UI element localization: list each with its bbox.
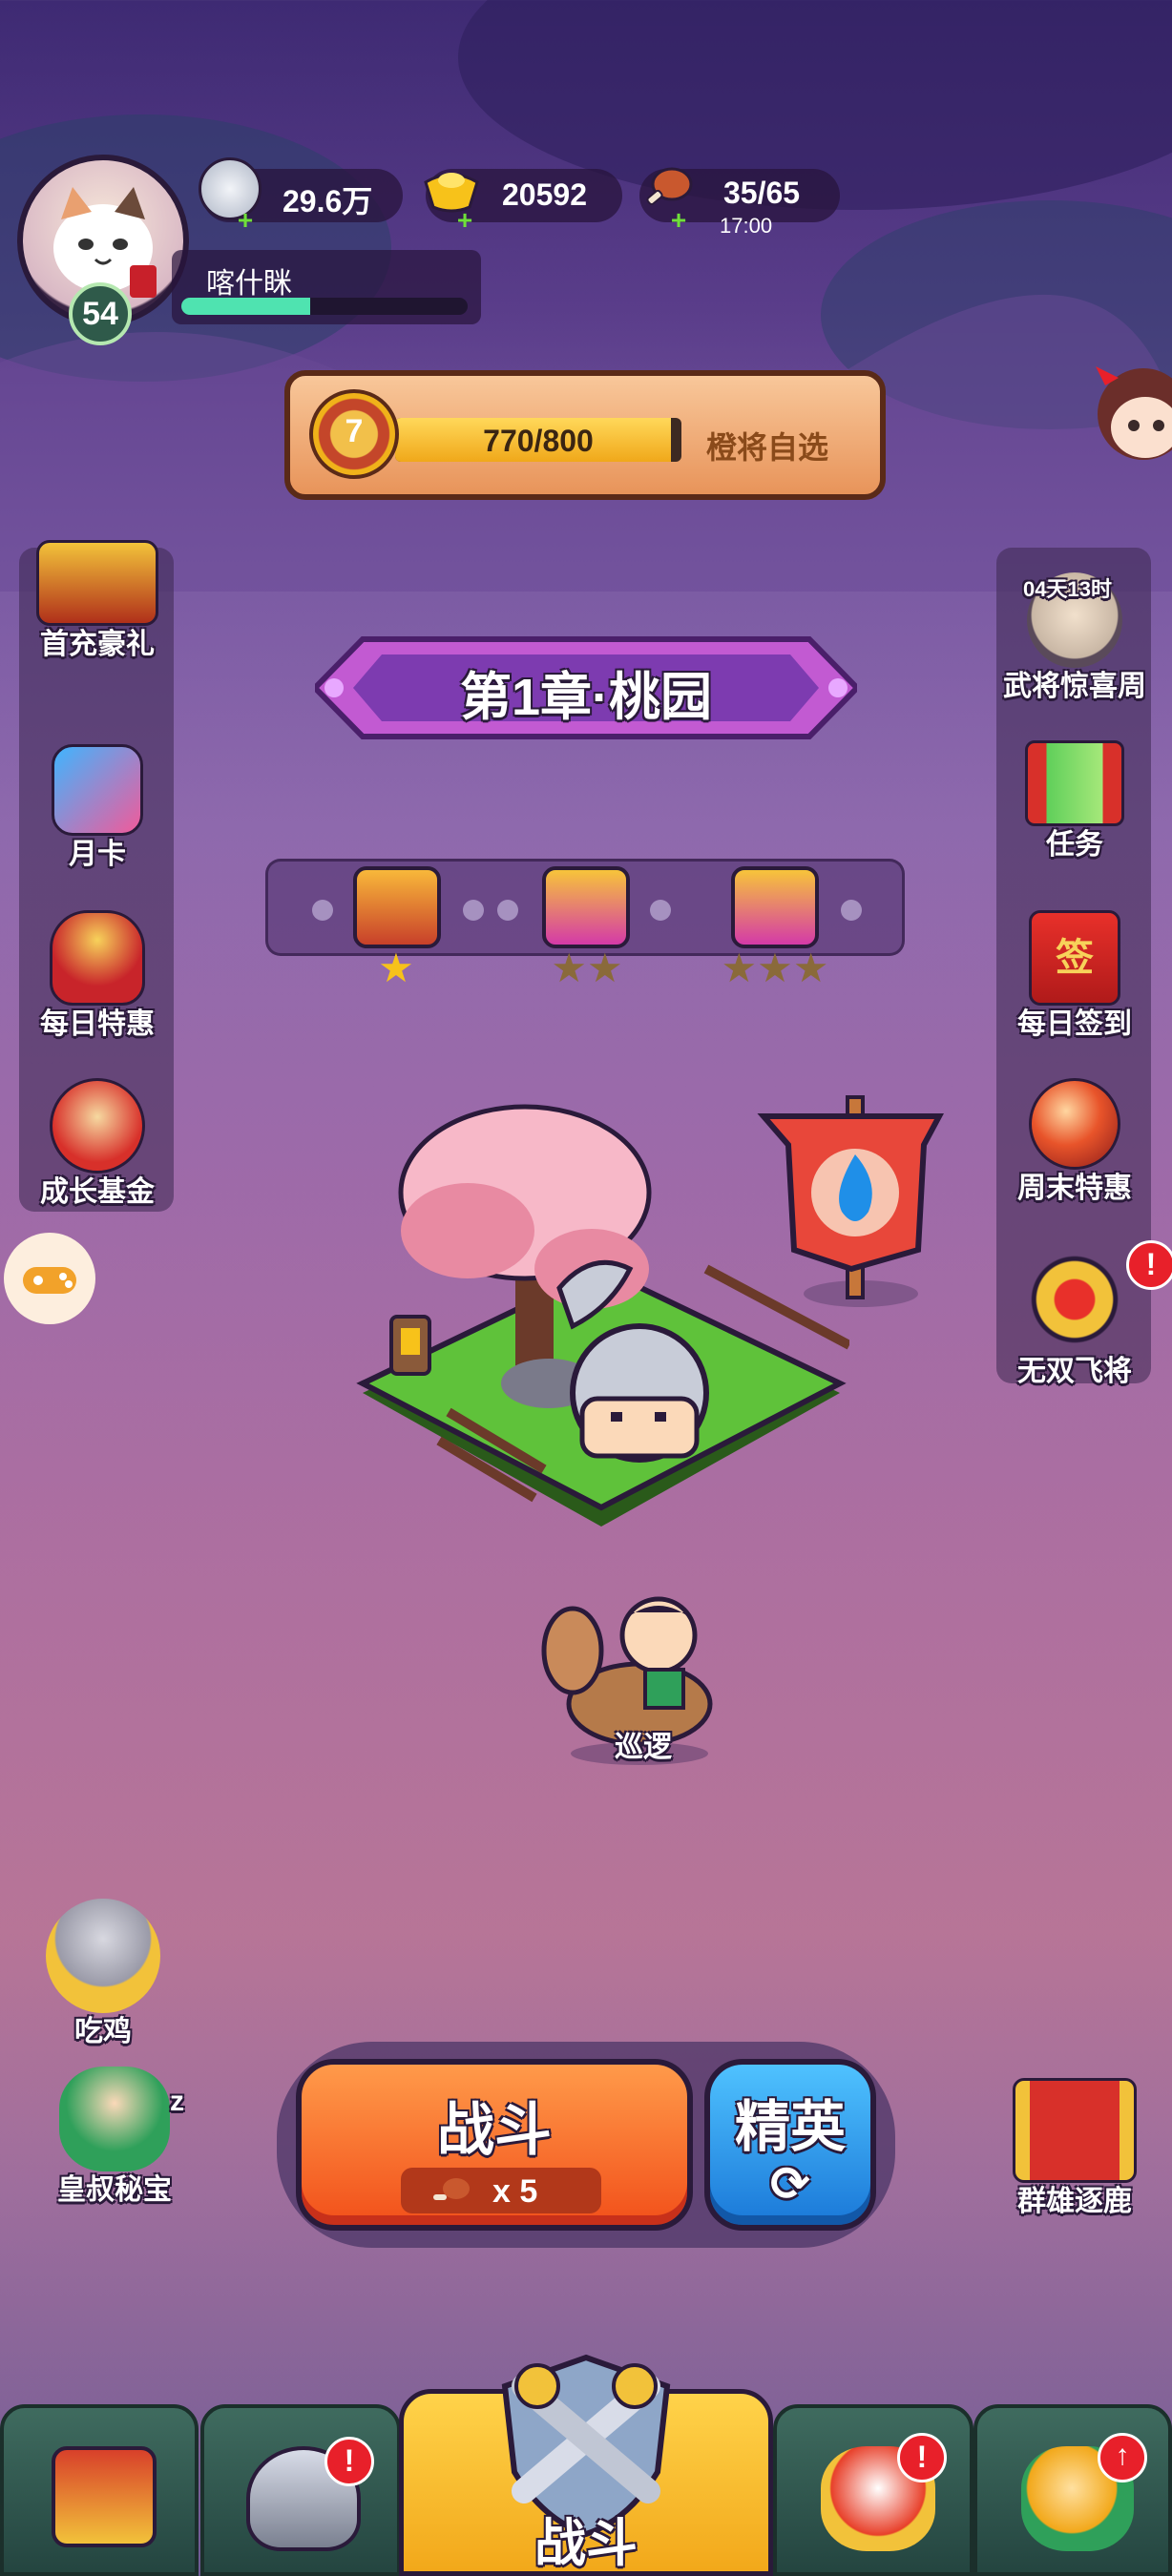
hero-select-label[interactable]: 橙将自选 xyxy=(706,424,828,467)
level-badge: 54 xyxy=(69,282,132,345)
xp-bar-fill xyxy=(181,298,310,315)
patrol-hero[interactable]: 巡逻 xyxy=(534,1593,735,1765)
battle-label: 战斗 xyxy=(437,2098,552,2162)
stage-stars-1: ★ xyxy=(378,945,414,990)
add-gold-icon[interactable]: + xyxy=(454,207,475,234)
scroll-task-icon xyxy=(1025,740,1124,826)
right-bottom-item[interactable]: 群雄逐鹿 xyxy=(989,2078,1161,2219)
left-menu-item-0[interactable]: 首充豪礼 xyxy=(11,540,183,662)
left-bottom-label: 吃鸡 xyxy=(74,2016,132,2047)
left-bottom-label: 皇叔秘宝 xyxy=(57,2174,172,2206)
side-character-avatar[interactable] xyxy=(1077,347,1172,490)
left-menu-item-3[interactable]: 成长基金 xyxy=(11,1078,183,1210)
stage-chest-3[interactable] xyxy=(731,866,819,948)
left-menu-label: 每日特惠 xyxy=(40,1008,155,1040)
palace-gate-icon xyxy=(52,2446,157,2547)
right-bottom-label: 群雄逐鹿 xyxy=(1017,2186,1132,2217)
elite-button[interactable]: 精英 ⟳ xyxy=(704,2059,876,2231)
nav-tab-upgrade[interactable]: ↑ xyxy=(973,2404,1172,2576)
track-dot xyxy=(312,900,333,921)
sunglasses-hero-icon xyxy=(46,1899,160,2013)
event-timer: 04天13时 xyxy=(1023,577,1112,601)
track-dot xyxy=(841,900,862,921)
right-menu-item-3[interactable]: 周末特惠 xyxy=(989,1078,1161,1206)
nav-tab-battle[interactable]: 战斗 xyxy=(399,2354,773,2576)
monthly-card-icon xyxy=(52,744,143,836)
right-menu-label: 无双飞将 xyxy=(1017,1356,1132,1387)
sleep-z-icon: z xyxy=(170,2086,184,2117)
track-dot xyxy=(463,900,484,921)
left-bottom-item-0[interactable]: 吃鸡 xyxy=(17,1899,189,2049)
meat-drumstick-icon xyxy=(433,2178,470,2200)
add-silver-icon[interactable]: + xyxy=(235,207,256,234)
player-name-plate[interactable]: 喀什眯 xyxy=(172,250,481,324)
rank-medal-icon: 7 xyxy=(309,389,399,479)
add-stamina-icon[interactable]: + xyxy=(668,207,689,234)
player-name: 喀什眯 xyxy=(206,268,292,300)
stage-chest-1[interactable] xyxy=(353,866,441,948)
left-menu-item-2[interactable]: 每日特惠 xyxy=(11,910,183,1042)
right-menu-item-0[interactable]: 04天13时 武将惊喜周 xyxy=(989,572,1161,704)
refresh-icon: ⟳ xyxy=(770,2157,810,2211)
alert-badge: ! xyxy=(324,2437,374,2486)
stage-chest-2[interactable] xyxy=(542,866,630,948)
alert-badge: ! xyxy=(1126,1240,1172,1290)
chapter-banner[interactable]: 第1章·桃园 xyxy=(310,620,862,756)
treasure-chest-icon xyxy=(36,540,158,626)
patrol-label: 巡逻 xyxy=(615,1732,672,1763)
weekend-orb-icon xyxy=(1029,1078,1120,1170)
chapter-title: 第1章·桃园 xyxy=(459,669,712,726)
silver-value: 29.6万 xyxy=(283,184,373,218)
stamina-value: 35/65 xyxy=(723,176,801,210)
battle-cost-value: x 5 xyxy=(492,2173,538,2210)
nav-tab-mount[interactable]: ! xyxy=(773,2404,973,2576)
war-scroll-icon xyxy=(1013,2078,1137,2183)
gamepad-icon[interactable] xyxy=(4,1233,95,1324)
battle-cost: x 5 xyxy=(401,2168,601,2213)
fund-monkey-icon xyxy=(50,1078,145,1174)
right-menu-label: 武将惊喜周 xyxy=(1003,671,1146,702)
gift-bag-icon xyxy=(50,910,145,1006)
gold-value: 20592 xyxy=(502,177,587,212)
right-menu-label: 周末特惠 xyxy=(1017,1173,1132,1204)
left-menu-label: 首充豪礼 xyxy=(40,629,155,660)
nav-battle-label: 战斗 xyxy=(534,2515,638,2572)
right-menu-item-1[interactable]: 任务 xyxy=(989,740,1161,862)
left-menu-label: 成长基金 xyxy=(40,1176,155,1208)
alert-badge: ! xyxy=(897,2433,947,2483)
nav-tab-palace[interactable] xyxy=(0,2404,199,2576)
stamina-timer: 17:00 xyxy=(720,214,773,238)
progress-value: 770/800 xyxy=(483,424,594,458)
nav-tab-heroes[interactable]: ! xyxy=(200,2404,401,2576)
battle-button[interactable]: 战斗 x 5 xyxy=(296,2059,693,2231)
elite-label: 精英 xyxy=(734,2096,846,2158)
left-menu-item-1[interactable]: 月卡 xyxy=(11,744,183,872)
right-menu-item-2[interactable]: 签 每日签到 xyxy=(989,910,1161,1042)
progress-banner[interactable]: 770/800 7 橙将自选 xyxy=(284,370,886,500)
sign-in-envelope-icon: 签 xyxy=(1029,910,1120,1006)
left-bottom-item-1[interactable]: z 皇叔秘宝 xyxy=(29,2067,200,2208)
upgrade-arrow-badge: ↑ xyxy=(1098,2433,1147,2483)
peerless-general-icon xyxy=(1017,1246,1132,1353)
right-menu-label: 每日签到 xyxy=(1017,1008,1132,1040)
right-menu-label: 任务 xyxy=(1046,829,1103,861)
xp-bar-track xyxy=(181,298,468,315)
left-menu-label: 月卡 xyxy=(69,839,126,870)
stage-stars-3: ★★★ xyxy=(721,945,829,990)
track-dot xyxy=(650,900,671,921)
fire-banner-flag[interactable] xyxy=(756,1078,947,1307)
sleeping-uncle-icon xyxy=(59,2067,170,2171)
track-dot xyxy=(497,900,518,921)
stage-stars-2: ★★ xyxy=(551,945,623,990)
